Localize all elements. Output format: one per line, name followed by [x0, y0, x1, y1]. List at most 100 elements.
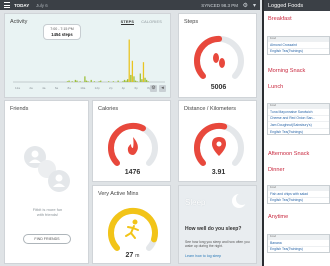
activity-bar[interactable] [79, 81, 81, 82]
activity-bar[interactable] [127, 79, 129, 82]
activity-tooltip: 7:00 - 7:15 PM 1454 steps [43, 24, 81, 40]
bell-icon[interactable]: ▾ [253, 2, 256, 9]
meal-anytime[interactable]: Anytime [268, 214, 288, 220]
x-tick-label: 12a [15, 86, 21, 90]
activity-bar[interactable] [139, 73, 141, 82]
footprints-icon [213, 53, 225, 68]
activity-bar[interactable] [84, 76, 86, 82]
calories-value: 1476 [124, 169, 141, 176]
activity-bar[interactable] [125, 80, 127, 82]
steps-gauge [194, 35, 244, 79]
activity-bar[interactable] [98, 81, 100, 82]
tooltip-value: 1454 steps [51, 32, 73, 37]
activity-bar[interactable] [85, 80, 88, 82]
anytime-list: Food Banana English Tea(Twinings) [267, 234, 330, 254]
x-tick-label: 2a [29, 86, 33, 90]
friends-text-2: with friends! [36, 212, 59, 217]
activity-chart[interactable] [13, 36, 165, 84]
tab-steps[interactable]: STEPS [120, 20, 135, 25]
distance-gauge [194, 122, 244, 166]
meal-afternoon-snack[interactable]: Afternoon Snack [268, 151, 309, 157]
activity-bar[interactable] [128, 39, 130, 82]
activity-bar[interactable] [76, 80, 78, 82]
meal-lunch[interactable]: Lunch [268, 84, 283, 90]
food-item[interactable]: English Tea(Twinings) [268, 127, 329, 135]
food-item[interactable]: Almond Crossaint [268, 41, 329, 48]
menu-icon[interactable] [4, 2, 10, 8]
activity-bar[interactable] [90, 79, 92, 82]
activity-bars [13, 39, 165, 83]
calories-tile[interactable]: Calories 1476 [92, 100, 171, 182]
activity-bar[interactable] [144, 77, 146, 82]
activity-controls: ⚙ ◂ [148, 76, 166, 94]
distance-value: 3.91 [211, 169, 226, 176]
distance-tile[interactable]: Distance / Kilometers 3.91 [178, 100, 257, 182]
gear-icon[interactable]: ⚙ [243, 2, 248, 9]
activity-x-ticks: 12a2a4a6a8a10a12p2p4p6p8p10p [15, 86, 165, 90]
meal-dinner[interactable]: Dinner [268, 167, 284, 173]
friends-tile[interactable]: Friends Fitbit is more fun with friends!… [4, 100, 89, 264]
food-item[interactable]: Jam Doughnut(Sainsbury's) [268, 121, 329, 128]
activity-bar[interactable] [87, 81, 89, 82]
activity-tabs: STEPS CALORIES [115, 20, 162, 25]
x-tick-label: 12p [94, 86, 100, 90]
steps-value: 5006 [210, 84, 227, 91]
activity-bar[interactable] [141, 79, 143, 82]
activity-bar[interactable] [133, 76, 135, 82]
friends-icon [24, 146, 70, 192]
activity-bar[interactable] [122, 81, 124, 82]
active-mins-number: 27 [125, 252, 134, 259]
calories-gauge [108, 122, 158, 166]
friends-message: Fitbit is more fun with friends! [5, 207, 90, 217]
steps-title: Steps [184, 19, 199, 25]
settings-icon[interactable]: ⚙ [150, 85, 157, 92]
calories-title: Calories [98, 106, 119, 112]
activity-bar[interactable] [131, 60, 134, 82]
x-tick-label: 6a [54, 86, 59, 90]
activity-bar[interactable] [142, 62, 145, 82]
activity-title: Activity [10, 19, 28, 25]
food-item[interactable]: English Tea(Twinings) [268, 196, 329, 204]
activity-bar[interactable] [123, 79, 126, 82]
food-item[interactable]: English Tea(Twinings) [268, 245, 329, 253]
expand-icon[interactable]: ◂ [159, 85, 166, 92]
activity-bar[interactable] [66, 81, 69, 82]
steps-tile[interactable]: Steps 5006 [178, 13, 257, 98]
today-label[interactable]: TODAY [14, 3, 29, 8]
activity-bar[interactable] [117, 80, 119, 82]
sync-status: SYNCED 98.3 PM [201, 2, 238, 8]
meal-breakfast[interactable]: Breakfast [268, 16, 292, 22]
sleep-question: How well do you sleep? [185, 226, 242, 232]
food-item[interactable]: English Tea(Twinings) [268, 47, 329, 55]
activity-bar[interactable] [68, 80, 70, 82]
food-item[interactable]: Fish and chips with salad [268, 190, 329, 197]
runner-icon [125, 219, 139, 239]
activity-bar[interactable] [112, 81, 115, 82]
meal-morning-snack[interactable]: Morning Snack [268, 68, 305, 74]
find-friends-button[interactable]: FIND FRIENDS [23, 234, 71, 244]
activity-bar[interactable] [74, 79, 77, 82]
tab-calories[interactable]: CALORIES [141, 20, 162, 24]
sleep-title: Sleep [185, 198, 206, 207]
food-item[interactable]: Tuna Mayonnaise Sandwich [268, 108, 329, 115]
flame-icon [127, 137, 138, 155]
activity-bar[interactable] [130, 74, 132, 82]
activity-bar[interactable] [134, 80, 137, 82]
x-tick-label: 4a [42, 86, 46, 90]
x-tick-label: 8a [67, 86, 71, 90]
x-tick-label: 6p [134, 86, 138, 90]
log-sleep-link[interactable]: Learn how to log sleep [185, 254, 221, 258]
activity-bar[interactable] [108, 81, 110, 82]
location-pin-icon [212, 137, 226, 156]
activity-bar[interactable] [100, 80, 102, 82]
food-item[interactable]: Cheese and Red Onion San... [268, 114, 329, 122]
activity-tile[interactable]: Activity STEPS CALORIES 7:00 - 7:15 PM 1… [4, 13, 171, 98]
food-item[interactable]: Banana [268, 239, 329, 246]
date-label: July 6 [36, 2, 48, 8]
activity-bar[interactable] [136, 81, 138, 82]
active-mins-tile[interactable]: Very Active Mins 27 m [92, 185, 171, 264]
activity-bar[interactable] [93, 81, 96, 82]
sleep-tile[interactable]: Sleep How well do you sleep? See how lon… [178, 185, 257, 264]
dinner-list: Food Fish and chips with salad English T… [267, 185, 330, 205]
activity-bar[interactable] [71, 81, 73, 82]
